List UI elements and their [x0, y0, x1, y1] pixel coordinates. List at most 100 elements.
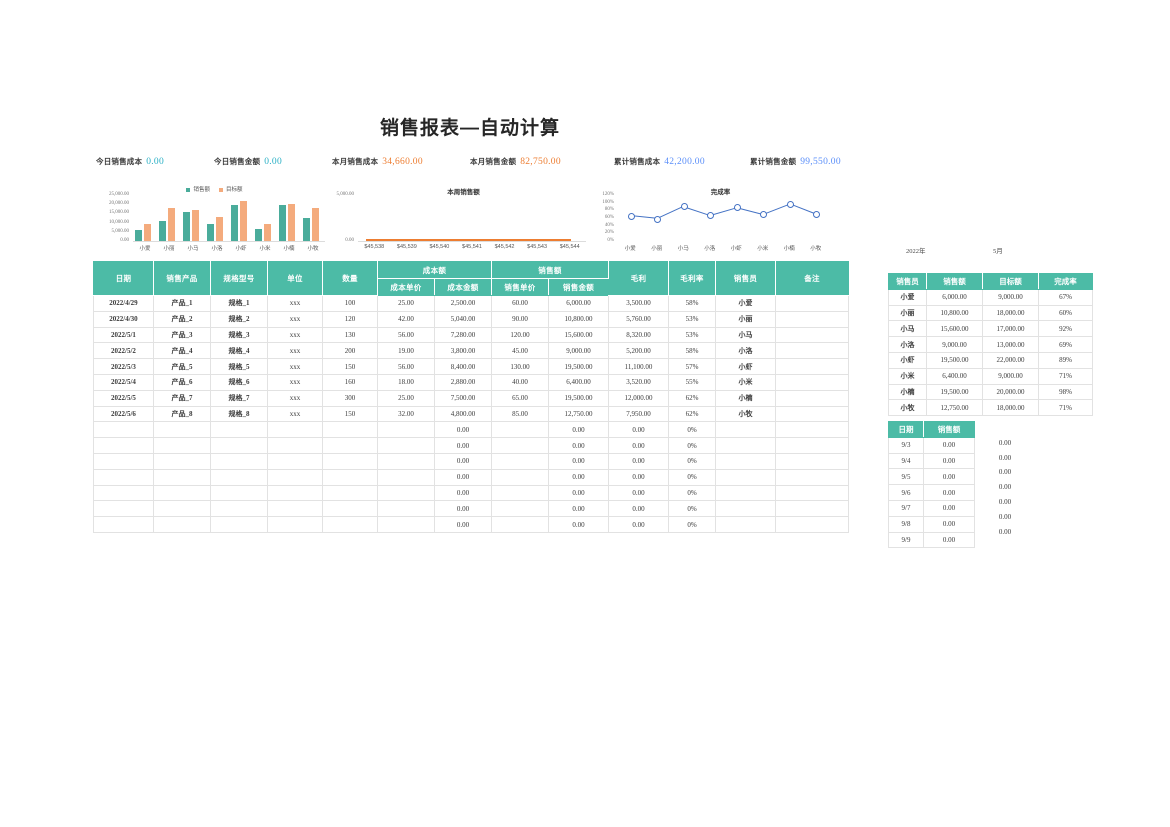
cell-sale_price: 85.00	[491, 405, 549, 423]
cell-remark	[775, 373, 849, 391]
cell-salesperson: 小米	[715, 373, 776, 391]
cell-sale_price: 90.00	[491, 310, 549, 328]
cell-remark	[775, 421, 849, 439]
rate-xtick-2: 小马	[677, 246, 689, 252]
cell-unit: xxx	[267, 326, 323, 344]
rate-chart-plot-area	[617, 195, 829, 241]
sales-detail-table-head: 日期 销售产品 规格型号 单位 数量 成本额 销售额 毛利 毛利率 销售员 备注 成本单价 成本金额销…	[93, 261, 849, 296]
cell-spec	[210, 516, 268, 533]
cell-date: 9/5	[888, 468, 924, 486]
sp-col-header-完成率: 完成率	[1038, 273, 1093, 290]
cell-profit: 0.00	[608, 484, 669, 502]
rate-point-4	[733, 204, 741, 212]
cell-sale_price	[491, 452, 549, 470]
bar-sales-0	[135, 229, 142, 241]
cell-product	[153, 452, 211, 470]
bar-target-5	[264, 224, 271, 241]
rate-ytick-2: 40%	[604, 222, 614, 228]
daily-header-row: 日期 销售额	[888, 421, 975, 438]
cell-rate: 89%	[1038, 351, 1093, 369]
cell-salesperson: 小丽	[715, 310, 776, 328]
daily-extra-value: 0.00	[998, 453, 1012, 462]
cell-cost_amount: 3,800.00	[434, 342, 492, 360]
cell-date: 2022/4/30	[93, 310, 154, 328]
period-year: 2022年	[906, 248, 926, 255]
cell-spec	[210, 500, 268, 518]
cell-sale_amount: 6,000.00	[548, 295, 609, 312]
table-row: 0.00 0.00 0.00 0%	[93, 500, 849, 518]
cell-qty: 100	[322, 295, 378, 312]
cell-salesperson: 小牧	[715, 405, 776, 423]
cell-date	[93, 452, 154, 470]
cell-date: 9/3	[888, 436, 924, 454]
page-title: 销售报表—自动计算	[379, 118, 560, 139]
cell-sale_price: 40.00	[491, 373, 549, 391]
cell-qty	[322, 468, 378, 486]
cell-salesperson: 小虾	[715, 358, 776, 375]
rate-line-segment-1	[656, 205, 684, 219]
bar-target-1	[168, 207, 175, 241]
daily-extra-value: 0.00	[998, 512, 1012, 521]
cell-date	[93, 500, 154, 518]
table-row: 小丽 10,800.00 18,000.00 60%	[888, 304, 1093, 322]
daily-extra-value: 0.00	[998, 468, 1012, 477]
cell-cost_price	[377, 437, 435, 454]
cell-date: 2022/5/5	[93, 389, 154, 407]
cell-remark	[775, 295, 849, 312]
daily-extra-value: 0.00	[998, 438, 1012, 447]
cell-sale_amount: 0.00	[548, 421, 609, 439]
cell-sale_price: 65.00	[491, 389, 549, 407]
salesperson-summary-table: 销售员 销售额 目标额 完成率 小爱 6,000.00 9,000.00 67% 小丽 10,8…	[888, 273, 1093, 417]
cell-sale_amount: 0.00	[548, 516, 609, 533]
rate-xtick-7: 小牧	[810, 246, 822, 252]
table-row: 小楠 19,500.00 20,000.00 98%	[888, 383, 1093, 401]
cell-margin: 0%	[668, 516, 716, 533]
bar-target-7	[312, 207, 319, 241]
rate-point-5	[760, 211, 768, 219]
completion-rate-line-chart: 完成率 0% 20% 40% 60% 80% 100% 120% 小爱 小丽 小马 小洛 小虾 小米 小楠…	[593, 183, 848, 258]
cell-cost_amount: 0.00	[434, 500, 492, 518]
kpi-2: 本月销售成本 34,660.00	[332, 155, 423, 169]
cell-name: 小牧	[888, 399, 927, 417]
cell-salesperson	[715, 516, 776, 533]
cell-spec: 规格_6	[210, 373, 268, 391]
week-xtick-4: $45,542	[494, 244, 515, 250]
cell-qty	[322, 500, 378, 518]
cell-remark	[775, 358, 849, 375]
bar-group-2	[181, 195, 205, 241]
rate-ytick-6: 120%	[602, 192, 614, 197]
bar-group-3	[205, 195, 229, 241]
kpi-value: 0.00	[146, 157, 165, 167]
rate-point-6	[786, 200, 794, 208]
salesperson-table-body: 小爱 6,000.00 9,000.00 67% 小丽 10,800.00 18,000.0…	[888, 288, 1093, 417]
kpi-row: 今日销售成本 0.00 今日销售金额 0.00 本月销售成本 34,660.00 本月销售金…	[96, 155, 856, 171]
cell-remark	[775, 342, 849, 360]
table-row: 0.00 0.00 0.00 0%	[93, 516, 849, 533]
cell-target: 22,000.00	[982, 351, 1039, 369]
cell-unit	[267, 516, 323, 533]
cell-date	[93, 437, 154, 454]
cell-product: 产品_8	[153, 405, 211, 423]
table-row: 小爱 6,000.00 9,000.00 67%	[888, 288, 1093, 306]
week-chart-plot-area	[358, 195, 586, 242]
table-row: 2022/4/30 产品_2 规格_2 xxx 120 42.00 5,040.00 90.0…	[93, 310, 849, 328]
col-subheader-销售金额: 销售金额	[548, 278, 609, 296]
cell-sale_price	[491, 516, 549, 533]
col-header-日期: 日期	[93, 261, 154, 296]
cell-profit: 0.00	[608, 437, 669, 454]
bar-sales-3	[207, 224, 214, 241]
table-row: 小虾 19,500.00 22,000.00 89%	[888, 351, 1093, 369]
daily-extra-column: . 0.00 0.00 0.00 0.00 0.00 0.00 0.00	[980, 421, 1030, 539]
daily-table-head: 日期 销售额	[888, 421, 975, 438]
table-row: 0.00 0.00 0.00 0%	[93, 421, 849, 439]
cell-rate: 98%	[1038, 383, 1093, 401]
cell-sale_price: 45.00	[491, 342, 549, 360]
salesperson-header-row: 销售员 销售额 目标额 完成率	[888, 273, 1093, 290]
cell-sales: 0.00	[923, 452, 975, 470]
cell-margin: 53%	[668, 326, 716, 344]
cell-date: 2022/4/29	[93, 295, 154, 312]
cell-spec: 规格_7	[210, 389, 268, 407]
cell-salesperson	[715, 437, 776, 454]
cell-qty: 160	[322, 373, 378, 391]
cell-unit: xxx	[267, 405, 323, 423]
